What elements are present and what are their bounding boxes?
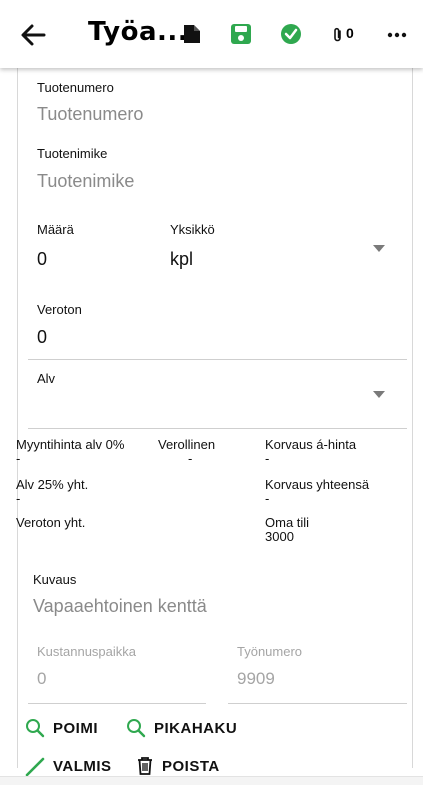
korvaus-yhteensa-value: - — [265, 491, 270, 506]
yksikko-label: Yksikkö — [170, 222, 215, 237]
myyntihinta-value: - — [16, 451, 21, 466]
tuotenumero-label: Tuotenumero — [37, 80, 114, 95]
tuotenumero-input[interactable]: Tuotenumero — [37, 104, 143, 125]
korvaus-yhteensa-label: Korvaus yhteensä — [265, 477, 370, 492]
search-icon — [26, 719, 45, 738]
maara-label: Määrä — [37, 222, 74, 237]
alv25-label: Alv 25% yht. — [16, 477, 89, 492]
maara-input[interactable]: 0 — [37, 249, 47, 270]
poimi-label: POIMI — [53, 719, 99, 737]
korvaus-a-hinta-value: - — [265, 451, 270, 466]
veroton-underline — [28, 359, 407, 360]
pencil-icon — [25, 757, 45, 776]
attachment-count[interactable]: 0 — [346, 25, 354, 41]
alv-label: Alv — [37, 371, 56, 386]
kustannuspaikka-input[interactable]: 0 — [37, 669, 46, 689]
yksikko-select[interactable]: kpl — [170, 249, 193, 270]
valmis-label: VALMIS — [53, 757, 112, 775]
more-options-icon[interactable] — [387, 32, 407, 38]
oma-tili-value: 3000 — [265, 529, 294, 544]
trash-icon — [138, 757, 152, 775]
app-bar: Työa... 0 — [0, 0, 423, 68]
document-icon[interactable] — [183, 24, 201, 44]
search-icon — [127, 719, 146, 738]
alv-underline — [28, 428, 407, 429]
veroton-input[interactable]: 0 — [37, 327, 47, 348]
alv25-value: - — [16, 491, 21, 506]
verollinen-label: Verollinen — [158, 437, 216, 452]
paperclip-icon[interactable] — [333, 27, 343, 43]
poista-label: POISTA — [162, 757, 220, 775]
poista-button[interactable]: POISTA — [136, 756, 220, 776]
kuvaus-label: Kuvaus — [33, 572, 77, 587]
kustannuspaikka-underline — [28, 703, 206, 704]
back-arrow-icon[interactable] — [20, 22, 46, 48]
tuotenimike-label: Tuotenimike — [37, 146, 108, 161]
bottom-bar — [0, 776, 423, 785]
yksikko-dropdown-icon[interactable] — [373, 245, 385, 252]
tyonumero-input[interactable]: 9909 — [237, 669, 275, 689]
tuotenimike-input[interactable]: Tuotenimike — [37, 171, 134, 192]
tyonumero-label: Työnumero — [237, 644, 303, 659]
alv-dropdown-icon[interactable] — [373, 391, 385, 398]
veroton-yht-label: Veroton yht. — [16, 515, 86, 530]
korvaus-a-hinta-label: Korvaus á-hinta — [265, 437, 357, 452]
pikahaku-label: PIKAHAKU — [154, 719, 238, 737]
oma-tili-label: Oma tili — [265, 515, 310, 530]
check-circle-icon[interactable] — [280, 23, 302, 45]
save-icon[interactable] — [230, 23, 252, 45]
veroton-label: Veroton — [37, 302, 82, 317]
pikahaku-button[interactable]: PIKAHAKU — [126, 718, 237, 738]
kustannuspaikka-label: Kustannuspaikka — [37, 644, 137, 659]
poimi-button[interactable]: POIMI — [25, 718, 98, 738]
valmis-button[interactable]: VALMIS — [25, 756, 112, 776]
verollinen-value: - — [188, 451, 193, 466]
kuvaus-input[interactable]: Vapaaehtoinen kenttä — [33, 596, 207, 617]
tyonumero-underline — [228, 703, 407, 704]
page-title: Työa... — [88, 17, 189, 47]
myyntihinta-label: Myyntihinta alv 0% — [16, 437, 125, 452]
